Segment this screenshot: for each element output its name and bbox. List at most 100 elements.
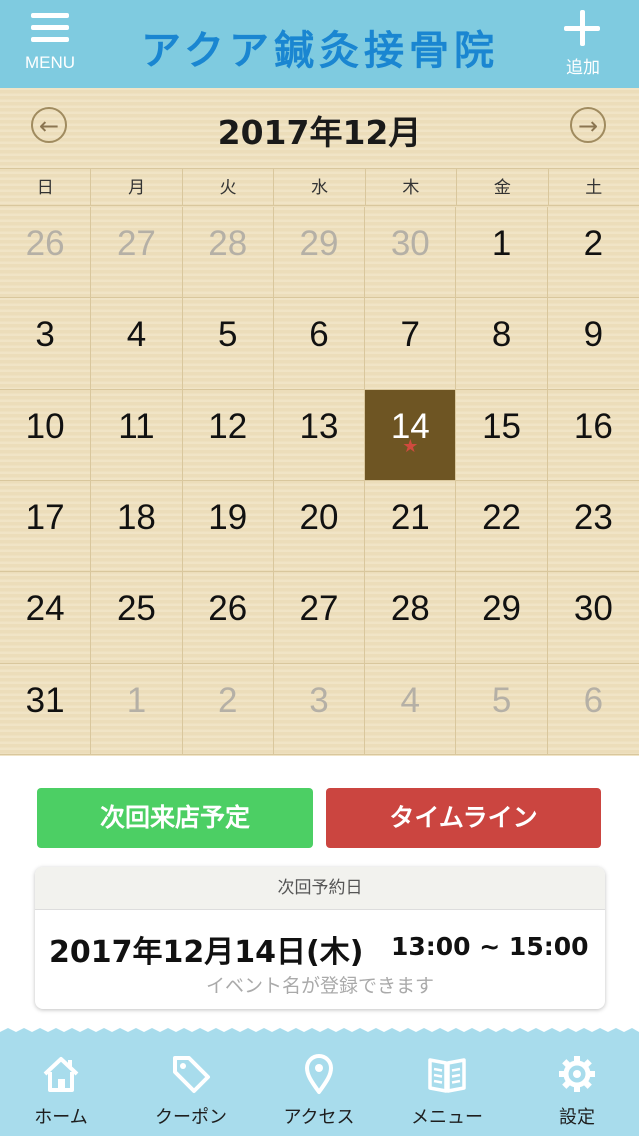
calendar-day[interactable]: 1 — [456, 207, 548, 299]
calendar-day[interactable]: 17 — [0, 481, 92, 573]
calendar-day[interactable]: 5 — [182, 298, 274, 390]
day-number: 24 — [25, 589, 65, 629]
calendar-day[interactable]: 16 — [547, 390, 639, 481]
calendar-day[interactable]: 4 — [91, 298, 183, 390]
weekday-label: 火 — [182, 168, 275, 206]
calendar-day[interactable]: 6 — [547, 664, 639, 755]
add-label: 追加 — [566, 58, 600, 78]
tab-settings[interactable]: 設定 — [522, 1036, 632, 1136]
next-visit-button[interactable]: 次回来店予定 — [37, 788, 313, 848]
calendar-day[interactable]: 19 — [182, 481, 274, 573]
card-heading: 次回予約日 — [35, 867, 605, 910]
calendar-day[interactable]: 9 — [547, 298, 639, 390]
calendar-day[interactable]: 8 — [456, 298, 548, 390]
day-number: 5 — [217, 315, 238, 355]
timeline-button[interactable]: タイムライン — [326, 788, 601, 848]
calendar-day[interactable]: 30 — [547, 572, 639, 664]
day-number: 28 — [208, 224, 248, 263]
next-month-icon[interactable]: → — [570, 107, 606, 143]
day-number: 26 — [208, 589, 248, 629]
calendar-day[interactable]: 29 — [456, 572, 548, 664]
calendar-day[interactable]: 28 — [182, 207, 274, 299]
calendar: ← 2017年12月 → 日月火水木金土 26 27 28 29 30 1 2 3 4 5 6 7 8 9… — [0, 88, 639, 756]
day-number: 29 — [482, 589, 522, 629]
tab-label: ホーム — [34, 1107, 88, 1128]
menu-button[interactable]: MENU — [14, 10, 86, 76]
month-nav: ← 2017年12月 → — [0, 88, 639, 166]
tab-coupon[interactable]: クーポン — [136, 1036, 246, 1136]
weekday-header: 日月火水木金土 — [0, 168, 639, 206]
add-button[interactable]: 追加 — [553, 8, 613, 78]
day-number: 30 — [390, 224, 430, 263]
calendar-day[interactable]: 24 — [0, 572, 92, 664]
tab-home[interactable]: ホーム — [6, 1036, 116, 1136]
day-number: 27 — [299, 589, 339, 629]
calendar-day[interactable]: 13 — [273, 389, 366, 481]
day-number: 19 — [208, 498, 248, 537]
calendar-day[interactable]: 2 — [547, 207, 639, 299]
day-number: 29 — [299, 224, 339, 263]
day-number: 10 — [25, 406, 65, 446]
calendar-day[interactable]: 27 — [91, 207, 183, 299]
map-pin-icon — [305, 1054, 333, 1094]
tab-label: メニュー — [411, 1107, 483, 1128]
appointment-date: 2017年12月14日(木) — [49, 935, 364, 970]
day-number: 6 — [583, 680, 604, 720]
day-number: 11 — [118, 406, 155, 446]
calendar-day[interactable]: 30 — [365, 207, 457, 299]
day-number: 25 — [116, 589, 156, 629]
calendar-day[interactable]: 18 — [91, 481, 183, 573]
app-header: MENU アクア鍼灸接骨院 追加 — [0, 0, 639, 88]
tab-access[interactable]: アクセス — [264, 1036, 374, 1136]
calendar-day[interactable]: 21 — [365, 481, 457, 573]
weekday-label: 月 — [91, 168, 183, 206]
weekday-label: 金 — [457, 168, 549, 206]
calendar-day[interactable]: 2 — [182, 663, 274, 755]
day-number: 7 — [400, 315, 421, 355]
day-number: 30 — [573, 589, 613, 629]
month-title: 2017年12月 — [217, 113, 422, 152]
calendar-day[interactable]: 6 — [273, 298, 366, 390]
calendar-day[interactable]: 25 — [91, 572, 183, 664]
calendar-day[interactable]: 5 — [456, 663, 548, 755]
calendar-day[interactable]: 26 — [182, 572, 274, 664]
menu-label: MENU — [24, 53, 76, 72]
calendar-day[interactable]: 3 — [0, 298, 92, 390]
calendar-day[interactable]: 22 — [456, 481, 548, 573]
calendar-day[interactable]: 20 — [273, 481, 366, 573]
calendar-day[interactable]: 10 — [0, 389, 92, 481]
calendar-day[interactable]: 11 — [91, 389, 183, 481]
calendar-day[interactable]: 29 — [273, 207, 366, 299]
day-number: 2 — [583, 224, 604, 263]
hamburger-icon — [31, 13, 69, 49]
day-number: 16 — [573, 406, 613, 446]
calendar-day[interactable]: 31 — [0, 663, 92, 755]
calendar-day[interactable]: 26 — [0, 207, 92, 299]
calendar-day[interactable]: 23 — [547, 481, 639, 573]
day-number: 4 — [400, 680, 421, 720]
calendar-day[interactable]: 7 — [365, 298, 457, 390]
day-number: 17 — [25, 498, 65, 537]
calendar-day[interactable]: 28 — [365, 572, 457, 664]
calendar-day[interactable]: 15 — [456, 389, 548, 481]
tab-label: 設定 — [559, 1107, 595, 1128]
prev-month-icon[interactable]: ← — [31, 107, 67, 143]
day-number: 21 — [390, 498, 430, 537]
day-number: 13 — [299, 406, 339, 446]
weekday-label: 日 — [0, 168, 92, 206]
day-number: 28 — [390, 589, 430, 629]
day-number: 2 — [217, 680, 238, 720]
tab-menu[interactable]: メニュー — [392, 1036, 502, 1136]
calendar-day[interactable]: 12 — [182, 389, 274, 481]
calendar-day[interactable]: 3 — [273, 663, 366, 755]
next-appointment-card[interactable]: 次回予約日 2017年12月14日(木) 13:00 ~ 15:00 イベント名… — [35, 867, 605, 1009]
day-number: 31 — [25, 680, 65, 720]
day-number: 9 — [583, 315, 604, 355]
calendar-day-selected[interactable]: 14 ★ — [365, 389, 457, 481]
day-number: 20 — [299, 498, 339, 537]
tab-label: クーポン — [155, 1107, 227, 1128]
calendar-day[interactable]: 4 — [365, 663, 457, 755]
calendar-day[interactable]: 27 — [273, 572, 366, 664]
calendar-day[interactable]: 1 — [91, 663, 183, 755]
day-number: 27 — [116, 224, 156, 263]
